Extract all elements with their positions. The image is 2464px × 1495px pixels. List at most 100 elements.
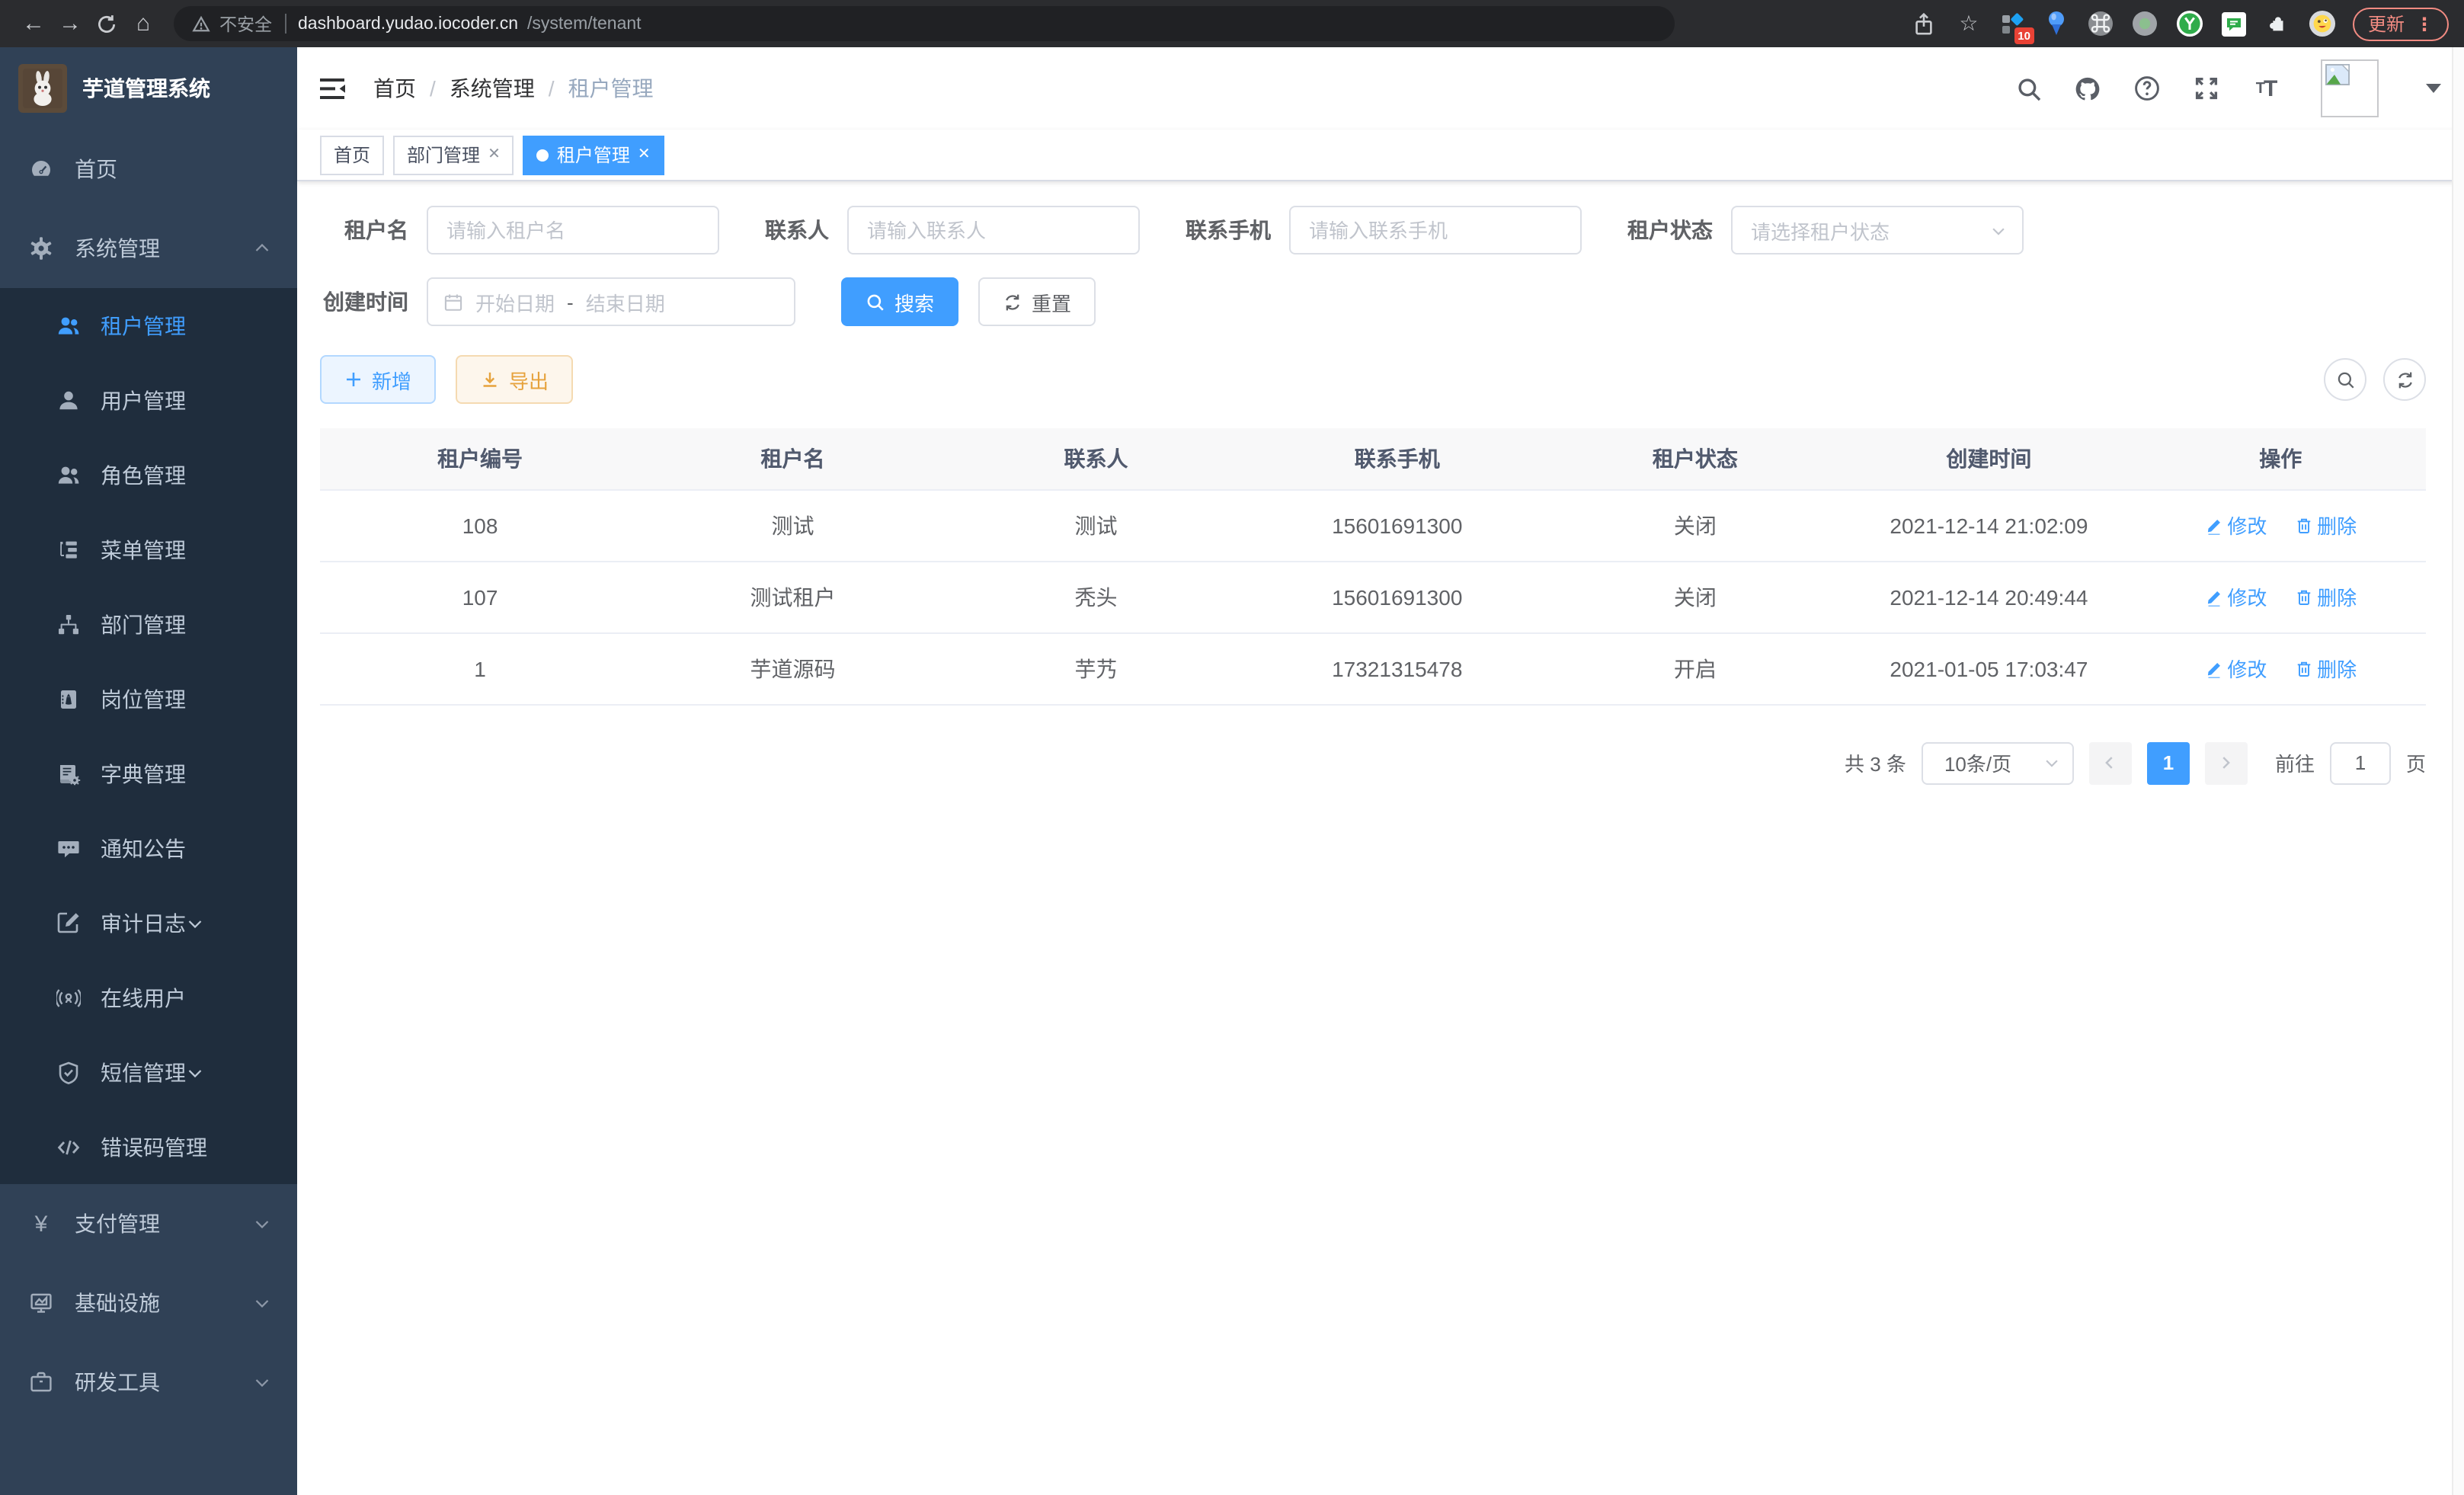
breadcrumb-separator: /: [549, 76, 555, 101]
collapse-sidebar-icon[interactable]: [320, 77, 346, 100]
sidebar-item-label: 系统管理: [75, 233, 160, 264]
browser-forward-icon[interactable]: →: [52, 11, 88, 37]
delete-row-button[interactable]: 删除: [2294, 582, 2357, 611]
edit-row-button[interactable]: 修改: [2204, 511, 2267, 539]
chevron-down-icon: [253, 1294, 271, 1312]
badge-icon: [56, 687, 81, 711]
page-size-select[interactable]: 10条/页: [1922, 741, 2074, 784]
cell-created: 2021-12-14 21:02:09: [1842, 489, 2135, 561]
prev-page-button[interactable]: [2089, 741, 2132, 784]
edit-pencil-icon: [2204, 587, 2222, 606]
extensions-puzzle-icon[interactable]: [2264, 10, 2292, 37]
top-navbar: 首页 / 系统管理 / 租户管理: [297, 47, 2464, 130]
app-logo-row[interactable]: 芋道管理系统: [0, 47, 297, 130]
col-status: 租户状态: [1547, 428, 1842, 489]
help-question-icon[interactable]: [2133, 75, 2161, 102]
close-icon[interactable]: ✕: [488, 146, 501, 163]
status-select-placeholder: 请选择租户状态: [1751, 216, 1890, 245]
extension-chat-icon[interactable]: [2220, 10, 2248, 37]
sidebar-item-error-code[interactable]: 错误码管理: [0, 1109, 297, 1184]
header-search-icon[interactable]: [2014, 75, 2042, 102]
cell-status: 关闭: [1547, 489, 1842, 561]
sidebar-item-label: 用户管理: [101, 385, 186, 415]
col-contact: 联系人: [946, 428, 1246, 489]
font-size-icon[interactable]: TT: [2252, 75, 2280, 102]
sidebar-item-pay[interactable]: ¥ 支付管理: [0, 1184, 297, 1263]
add-button[interactable]: 新增: [320, 355, 436, 404]
chrome-menu-icon[interactable]: ⋮: [2415, 13, 2434, 34]
share-icon[interactable]: [1911, 10, 1938, 37]
show-search-toggle-button[interactable]: [2324, 358, 2366, 401]
avatar-dropdown-caret-icon[interactable]: [2426, 84, 2441, 93]
github-icon[interactable]: [2074, 75, 2101, 102]
chevron-up-icon: [253, 239, 271, 258]
goto-page-input[interactable]: [2330, 741, 2391, 784]
contact-label: 联系人: [765, 215, 847, 245]
edit-log-icon: [56, 911, 81, 935]
extension-balloon-icon[interactable]: [2043, 10, 2071, 37]
sidebar-item-online-users[interactable]: 在线用户: [0, 960, 297, 1035]
browser-home-icon[interactable]: ⌂: [125, 11, 162, 37]
window-scrollbar[interactable]: [2452, 47, 2464, 1495]
avatar[interactable]: [2321, 59, 2379, 117]
sidebar-item-tenant[interactable]: 租户管理: [0, 288, 297, 363]
chrome-update-button[interactable]: 更新 ⋮: [2353, 7, 2449, 40]
fullscreen-icon[interactable]: [2193, 75, 2220, 102]
delete-row-button[interactable]: 删除: [2294, 654, 2357, 683]
sidebar-item-dept[interactable]: 部门管理: [0, 587, 297, 661]
page-content: 租户名 联系人 联系手机 租户状态 请选择租户状态: [297, 181, 2464, 1495]
extension-badge: 10: [2014, 27, 2034, 43]
profile-avatar-icon[interactable]: [2309, 10, 2336, 37]
extension-dot-icon[interactable]: [2132, 10, 2159, 37]
plus-icon: [344, 370, 363, 389]
sidebar-item-role[interactable]: 角色管理: [0, 437, 297, 512]
sidebar-item-post[interactable]: 岗位管理: [0, 661, 297, 736]
contact-input[interactable]: [847, 206, 1140, 255]
page-1-button[interactable]: 1: [2147, 741, 2190, 784]
close-icon[interactable]: ✕: [638, 146, 651, 163]
security-label[interactable]: 不安全: [219, 11, 272, 36]
date-range-picker[interactable]: 开始日期 - 结束日期: [427, 277, 795, 326]
cell-mobile: 15601691300: [1246, 561, 1547, 632]
tab-home[interactable]: 首页: [320, 135, 384, 174]
breadcrumb: 首页 / 系统管理 / 租户管理: [373, 73, 654, 104]
status-select[interactable]: 请选择租户状态: [1731, 206, 2024, 255]
sidebar-item-user[interactable]: 用户管理: [0, 363, 297, 437]
sidebar-item-home[interactable]: 首页: [0, 130, 297, 209]
browser-reload-icon[interactable]: [88, 13, 125, 34]
sidebar-item-dict[interactable]: 字典管理: [0, 736, 297, 811]
sidebar-item-label: 首页: [75, 154, 117, 184]
reset-button[interactable]: 重置: [978, 277, 1096, 326]
refresh-table-button[interactable]: [2383, 358, 2426, 401]
sidebar-item-menu[interactable]: 菜单管理: [0, 512, 297, 587]
delete-row-button[interactable]: 删除: [2294, 511, 2357, 539]
next-page-button[interactable]: [2205, 741, 2248, 784]
mobile-input[interactable]: [1289, 206, 1582, 255]
browser-back-icon[interactable]: ←: [15, 11, 52, 37]
edit-pencil-icon: [2204, 516, 2222, 534]
sidebar-item-system[interactable]: 系统管理: [0, 209, 297, 288]
app-logo-rabbit-image: [18, 64, 67, 113]
export-button[interactable]: 导出: [456, 355, 573, 404]
sidebar-item-label: 部门管理: [101, 609, 186, 639]
breadcrumb-separator: /: [430, 76, 436, 101]
tab-tenant[interactable]: 租户管理 ✕: [523, 135, 664, 174]
sidebar-item-sms[interactable]: 短信管理: [0, 1035, 297, 1109]
extension-tabs-icon[interactable]: 10: [1999, 10, 2027, 37]
search-button[interactable]: 搜索: [841, 277, 958, 326]
address-bar[interactable]: 不安全 dashboard.yudao.iocoder.cn/system/te…: [174, 6, 1675, 41]
sidebar-item-infra[interactable]: 基础设施: [0, 1263, 297, 1343]
extension-y-icon[interactable]: [2176, 10, 2203, 37]
extension-command-icon[interactable]: [2088, 10, 2115, 37]
edit-row-button[interactable]: 修改: [2204, 582, 2267, 611]
sidebar-item-notice[interactable]: 通知公告: [0, 811, 297, 885]
sidebar-item-audit-log[interactable]: 审计日志: [0, 885, 297, 960]
breadcrumb-system[interactable]: 系统管理: [450, 73, 535, 104]
bookmark-star-icon[interactable]: ☆: [1955, 10, 1982, 37]
goto-label: 前往: [2275, 748, 2315, 777]
edit-row-button[interactable]: 修改: [2204, 654, 2267, 683]
tab-dept[interactable]: 部门管理 ✕: [393, 135, 514, 174]
sidebar-item-dev-tools[interactable]: 研发工具: [0, 1343, 297, 1422]
tenant-name-input[interactable]: [427, 206, 719, 255]
breadcrumb-home[interactable]: 首页: [373, 73, 416, 104]
